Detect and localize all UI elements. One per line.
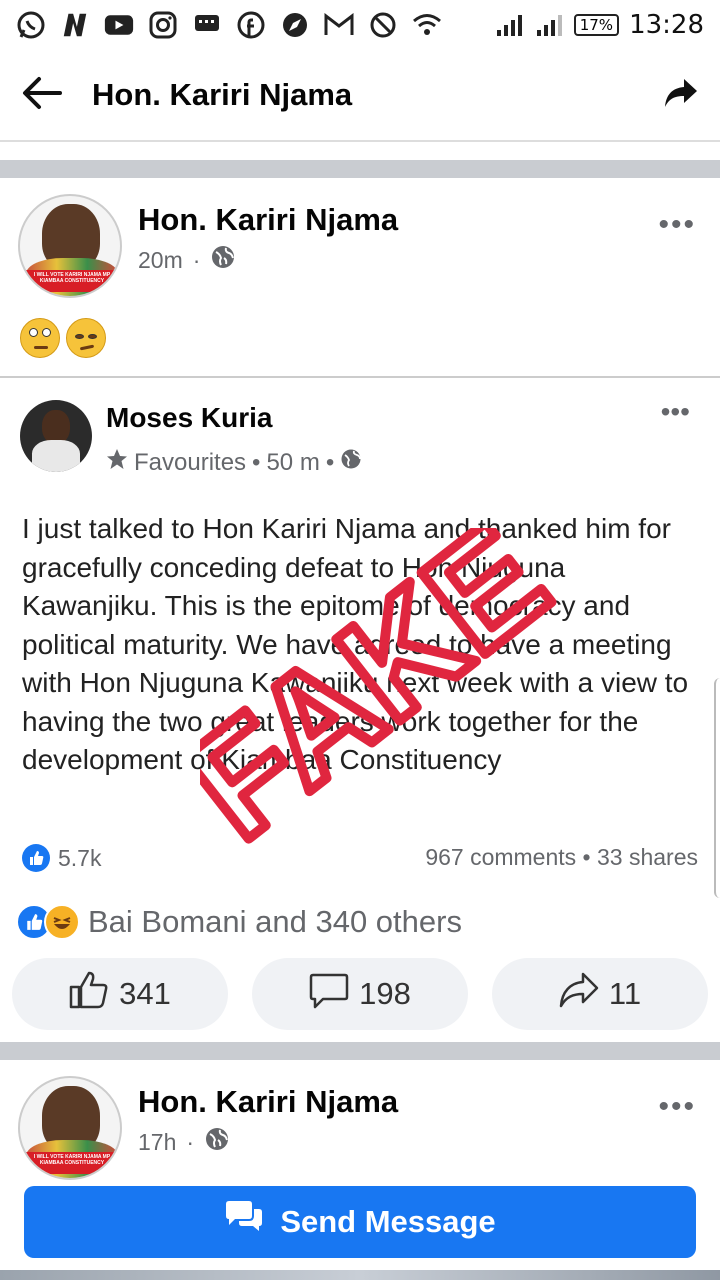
- globe-icon: [210, 244, 236, 276]
- feed-divider: [0, 160, 720, 178]
- compass-icon: [280, 10, 310, 40]
- image-edge-divider: [714, 678, 720, 898]
- shared-post-text: I just talked to Hon Kariri Njama and th…: [22, 513, 689, 775]
- shared-like-count: 5.7k: [58, 844, 102, 871]
- send-message-button[interactable]: Send Message: [24, 1186, 696, 1258]
- smirk-emoji-icon: [66, 318, 106, 358]
- back-arrow-icon[interactable]: [22, 76, 62, 115]
- next-post-time[interactable]: 17h: [138, 1129, 176, 1156]
- comment-bubble-icon: [309, 971, 349, 1017]
- shared-meta-dot-2: •: [325, 448, 335, 476]
- youtube-icon: [104, 10, 134, 40]
- like-button[interactable]: 341: [12, 958, 228, 1030]
- post-actions: 341 198 11: [12, 958, 708, 1030]
- wifi-icon: [412, 10, 442, 40]
- share-arrow-icon: [559, 971, 599, 1017]
- more-options-icon[interactable]: •••: [658, 208, 696, 242]
- globe-icon: [204, 1126, 230, 1158]
- share-icon[interactable]: [664, 78, 698, 113]
- gmail-icon: [324, 10, 354, 40]
- whatsapp-icon: [16, 10, 46, 40]
- news-icon: [60, 10, 90, 40]
- shared-post-image[interactable]: Moses Kuria Favourites • 50 m • ••• I ju…: [0, 376, 720, 900]
- next-post-header: I WILL VOTE KARIRI NJAMA MP KIAMBAA CONS…: [18, 1076, 398, 1180]
- page-title: Hon. Kariri Njama: [92, 77, 353, 112]
- shared-post-meta: Favourites • 50 m •: [106, 448, 362, 477]
- avatar-banner-text: I WILL VOTE KARIRI NJAMA MP KIAMBAA CONS…: [24, 270, 120, 292]
- globe-icon: [340, 448, 362, 477]
- signal-icon: [494, 10, 524, 40]
- shared-meta-time: 50 m: [266, 448, 320, 476]
- meta-separator: ·: [186, 1128, 195, 1155]
- next-content-peek: [0, 1270, 720, 1280]
- thumbs-up-icon: [69, 971, 109, 1017]
- battery-indicator: 17%: [573, 14, 620, 36]
- post-time[interactable]: 20m: [138, 247, 183, 274]
- shared-meta-dot: •: [252, 448, 261, 476]
- avatar[interactable]: I WILL VOTE KARIRI NJAMA MP KIAMBAA CONS…: [18, 194, 122, 298]
- clock: 13:28: [629, 10, 704, 40]
- share-button[interactable]: 11: [492, 958, 708, 1030]
- post-header: I WILL VOTE KARIRI NJAMA MP KIAMBAA CONS…: [18, 194, 398, 298]
- comment-button[interactable]: 198: [252, 958, 468, 1030]
- shared-like-summary: 5.7k: [22, 844, 101, 872]
- meta-separator: ·: [192, 246, 201, 273]
- message-icon: [192, 10, 222, 40]
- messenger-icon: [224, 1200, 264, 1244]
- shared-comment-share-stats: 967 comments • 33 shares: [425, 844, 698, 870]
- like-badge-icon: [22, 844, 50, 872]
- shared-more-options-icon: •••: [660, 396, 690, 427]
- post-caption-emojis: [20, 318, 106, 358]
- shared-meta-favourites: Favourites: [134, 448, 247, 476]
- do-not-disturb-icon: [368, 10, 398, 40]
- app-bar: Hon. Kariri Njama: [0, 50, 720, 142]
- feed-divider-2: [0, 1042, 720, 1060]
- reaction-summary[interactable]: Bai Bomani and 340 others: [16, 904, 462, 940]
- haha-reaction-icon: [44, 904, 80, 940]
- share-count: 11: [608, 976, 642, 1011]
- facebook-icon: [236, 10, 266, 40]
- comment-count: 198: [359, 976, 411, 1011]
- shared-author-name: Moses Kuria: [106, 402, 273, 433]
- more-options-icon[interactable]: •••: [658, 1090, 696, 1124]
- status-bar: 17% 13:28: [0, 0, 720, 50]
- instagram-icon: [148, 10, 178, 40]
- reaction-summary-text: Bai Bomani and 340 others: [88, 904, 462, 939]
- avatar-banner-text: I WILL VOTE KARIRI NJAMA MP KIAMBAA CONS…: [24, 1152, 120, 1174]
- eye-roll-emoji-icon: [20, 318, 60, 358]
- next-post-author-name[interactable]: Hon. Kariri Njama: [138, 1084, 398, 1120]
- star-icon: [106, 448, 128, 477]
- avatar[interactable]: I WILL VOTE KARIRI NJAMA MP KIAMBAA CONS…: [18, 1076, 122, 1180]
- shared-author-avatar: [20, 400, 92, 472]
- post-author-name[interactable]: Hon. Kariri Njama: [138, 202, 398, 238]
- like-count: 341: [119, 976, 171, 1011]
- send-message-label: Send Message: [280, 1204, 496, 1239]
- signal-icon-2: [534, 10, 564, 40]
